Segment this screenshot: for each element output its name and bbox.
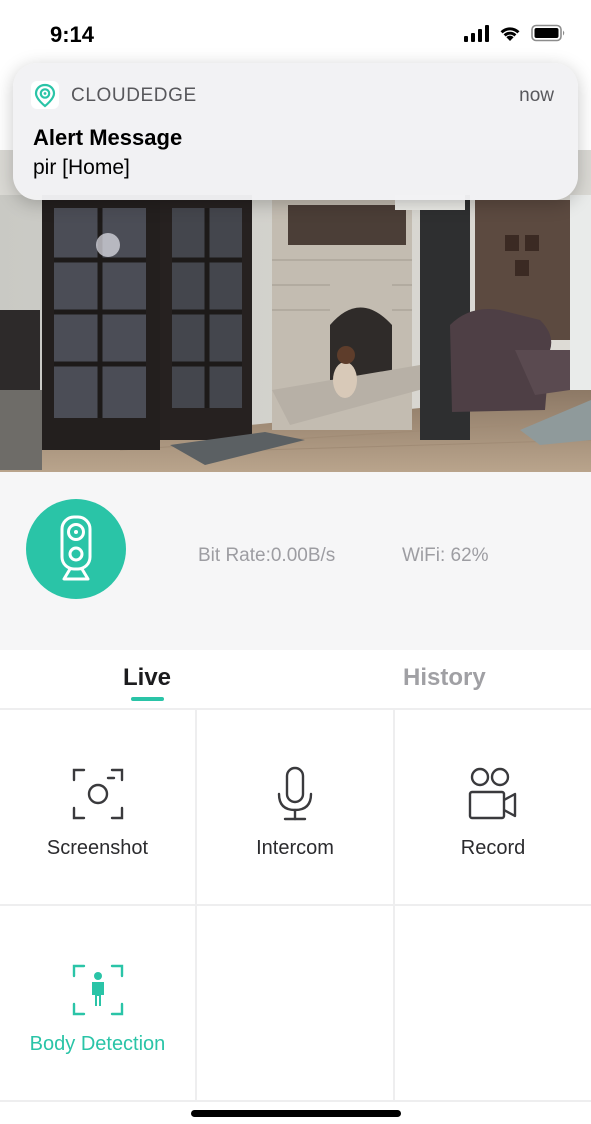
intercom-button[interactable]: Intercom	[197, 710, 395, 906]
device-avatar	[26, 499, 126, 599]
notification-title: Alert Message	[33, 125, 183, 150]
view-tabs: Live History	[0, 650, 591, 710]
home-indicator[interactable]	[191, 1110, 401, 1117]
body-detection-icon	[72, 964, 123, 1016]
status-time: 9:14	[50, 22, 95, 47]
body-detection-button[interactable]: Body Detection	[0, 906, 197, 1102]
tab-live[interactable]: Live	[123, 664, 171, 692]
notification-time: now	[519, 85, 554, 106]
wifi-strength-readout: WiFi: 62%	[402, 545, 489, 566]
empty-cell	[197, 906, 395, 1102]
cellular-signal-icon	[464, 24, 489, 42]
bit-rate-readout: Bit Rate:0.00B/s	[198, 545, 336, 566]
record-label: Record	[460, 837, 526, 859]
device-info-panel: Bit Rate:0.00B/s WiFi: 62%	[0, 472, 591, 650]
push-notification[interactable]: CLOUDEDGE now Alert Message pir [Home]	[13, 63, 578, 200]
status-bar: 9:14	[0, 0, 591, 70]
wifi-icon	[500, 27, 520, 41]
empty-cell	[395, 906, 591, 1102]
screenshot-icon	[72, 768, 123, 820]
cloudedge-logo-icon	[31, 81, 59, 109]
notification-app-name: CLOUDEDGE	[71, 85, 197, 106]
intercom-label: Intercom	[256, 837, 334, 859]
screenshot-button[interactable]: Screenshot	[0, 710, 197, 906]
body-detection-label: Body Detection	[29, 1033, 166, 1055]
camera-icon	[60, 515, 92, 581]
status-icons	[464, 24, 567, 42]
action-grid: Screenshot Intercom Record Body Detectio…	[0, 708, 591, 1102]
notification-body: pir [Home]	[33, 156, 130, 179]
active-tab-indicator	[131, 697, 164, 701]
microphone-icon	[277, 766, 313, 821]
screenshot-label: Screenshot	[46, 837, 149, 859]
tab-history[interactable]: History	[403, 664, 486, 692]
record-button[interactable]: Record	[395, 710, 591, 906]
battery-icon	[531, 24, 565, 42]
video-record-icon	[468, 767, 517, 820]
